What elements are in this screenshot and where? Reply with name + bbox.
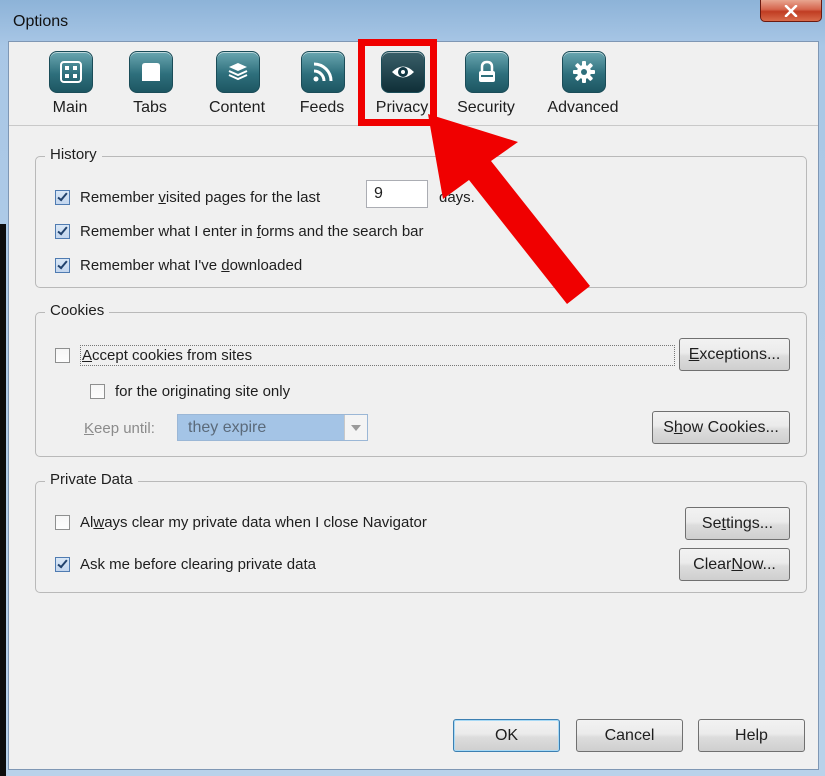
screenshot: Options Main Tabs Content Feeds Privacy …	[0, 0, 825, 776]
red-pointer-arrow	[428, 114, 590, 304]
